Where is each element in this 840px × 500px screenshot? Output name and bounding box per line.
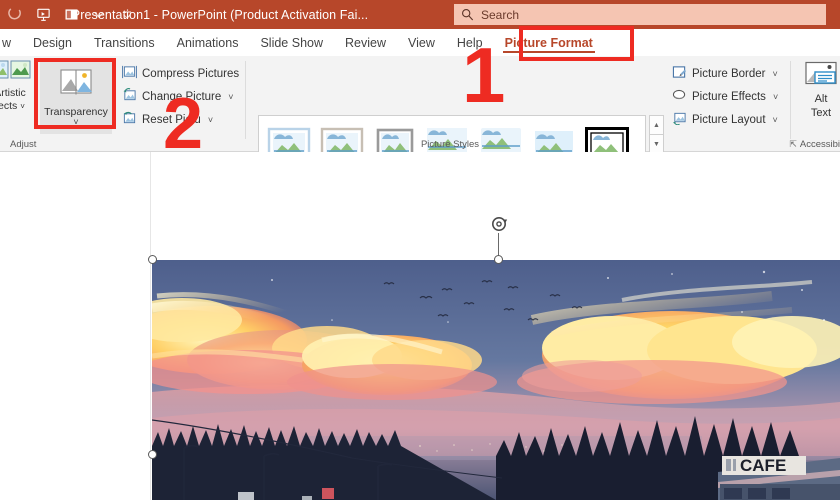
annotation-box-picture-format — [519, 26, 634, 61]
dialog-launcher-icon[interactable]: ⇱ — [789, 139, 797, 150]
chevron-down-icon: ˅ — [772, 68, 778, 79]
undo-dropdown-icon[interactable] — [86, 3, 112, 27]
picture-border-button[interactable]: Picture Border ˅ — [672, 62, 784, 85]
gallery-scroll-up-button[interactable]: ▲ — [649, 115, 664, 135]
picture-effects-label: Picture Effects — [692, 90, 766, 103]
group-label-picture-styles: Picture Styles — [420, 139, 480, 150]
search-input[interactable] — [481, 5, 826, 24]
picture-command-list: Picture Border ˅ Picture Effects ˅ Pictu… — [672, 62, 784, 131]
reset-picture-icon — [122, 111, 137, 128]
ribbon: Artistic fects ˅ Transparency ˅ — [0, 56, 840, 173]
artistic-effects-label-2: fects ˅ — [0, 100, 25, 112]
tab-view[interactable]: View — [397, 29, 446, 56]
compress-pictures-button[interactable]: Compress Pictures — [122, 62, 239, 85]
present-icon[interactable] — [30, 3, 56, 27]
picture-border-icon — [672, 65, 687, 82]
work-area: CAFE — [0, 152, 840, 500]
search-box[interactable] — [454, 4, 826, 25]
svg-text:CAFE: CAFE — [740, 456, 786, 475]
alt-text-label-2: Text — [810, 107, 832, 119]
sunset-clouds-painting[interactable]: CAFE — [152, 260, 840, 500]
tab-animations[interactable]: Animations — [166, 29, 250, 56]
group-label-accessibility: ⇱ Accessibi — [789, 139, 840, 150]
picture-layout-label: Picture Layout — [692, 113, 766, 126]
slideshow-icon[interactable] — [58, 3, 84, 27]
picture-effects-button[interactable]: Picture Effects ˅ — [672, 85, 784, 108]
annotation-box-transparency — [34, 58, 116, 129]
slide-thumbnail-pane[interactable] — [0, 152, 151, 500]
save-icon[interactable] — [2, 3, 28, 27]
ribbon-tab-bar: w Design Transitions Animations Slide Sh… — [0, 29, 840, 56]
compress-pictures-label: Compress Pictures — [142, 67, 240, 80]
annotation-number-2: 2 — [163, 84, 204, 164]
group-divider — [790, 61, 791, 139]
selection-handle-top-left[interactable] — [148, 255, 157, 264]
picture-effects-icon — [672, 88, 687, 105]
title-bar: Presentation1 - PowerPoint (Product Acti… — [0, 0, 840, 29]
tab-design[interactable]: Design — [22, 29, 83, 56]
alt-text-button[interactable]: Alt Text — [798, 61, 840, 120]
tab-slide-show[interactable]: Slide Show — [249, 29, 334, 56]
alt-text-label-1: Alt — [814, 93, 828, 105]
group-divider — [245, 61, 246, 139]
quick-access-toolbar — [0, 3, 140, 27]
picture-border-label: Picture Border — [692, 67, 766, 80]
artistic-effects-label-1: Artistic — [0, 87, 26, 99]
picture-layout-icon — [672, 111, 687, 128]
chevron-down-icon: ˅ — [772, 91, 779, 102]
artistic-effects-icon — [0, 59, 32, 87]
chevron-down-icon: ˅ — [228, 91, 234, 102]
powerpoint-window: Presentation1 - PowerPoint (Product Acti… — [0, 0, 840, 500]
change-picture-icon — [122, 88, 137, 105]
accessibility-label: Accessibi — [799, 139, 840, 150]
artistic-effects-button[interactable]: Artistic fects ˅ — [0, 59, 38, 113]
search-icon — [461, 8, 474, 21]
group-label-adjust: Adjust — [10, 139, 37, 150]
annotation-number-1: 1 — [462, 31, 506, 119]
gallery-scroll-down-button[interactable]: ▼ — [649, 134, 664, 154]
slide-canvas[interactable]: CAFE — [148, 152, 840, 500]
picture-layout-button[interactable]: Picture Layout ˅ — [672, 108, 784, 131]
tab-transitions[interactable]: Transitions — [83, 29, 166, 56]
customize-qat-icon[interactable] — [114, 3, 140, 27]
selection-handle-middle-left[interactable] — [148, 450, 157, 459]
rotation-handle[interactable] — [490, 214, 510, 234]
tab-review[interactable]: Review — [334, 29, 397, 56]
chevron-down-icon: ˅ — [772, 114, 778, 125]
selection-handle-top-center[interactable] — [494, 255, 503, 264]
alt-text-icon — [804, 61, 838, 92]
tab-view-partial[interactable]: w — [0, 29, 22, 56]
compress-pictures-icon — [122, 65, 137, 82]
chevron-down-icon: ˅ — [207, 114, 214, 125]
